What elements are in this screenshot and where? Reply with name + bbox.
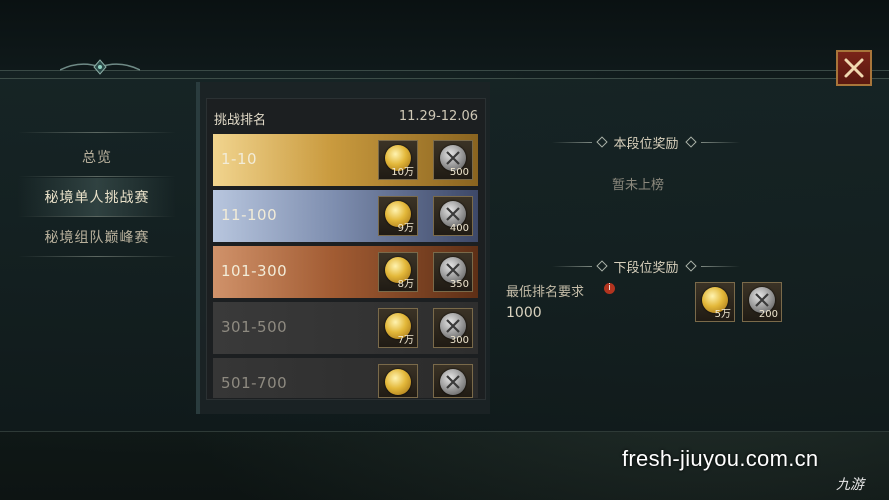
- rank-row: 11-100 9万 400: [213, 190, 478, 242]
- ranking-header: 挑战排名 11.29-12.06: [214, 106, 478, 130]
- reward-count: 350: [449, 279, 469, 290]
- rank-range: 501-700: [221, 374, 288, 392]
- requirement-label: 最低排名要求: [506, 285, 585, 300]
- sidebar-divider: [18, 216, 176, 217]
- gold-coin-reward[interactable]: 8万: [378, 252, 418, 292]
- medal-reward[interactable]: 350: [433, 252, 473, 292]
- rank-range: 1-10: [221, 150, 258, 168]
- sidebar-item-label: 秘境单人挑战赛: [44, 190, 150, 206]
- reward-count: 400: [449, 223, 469, 234]
- sidebar-item-label: 总览: [82, 150, 112, 166]
- reward-count: 9万: [397, 223, 414, 234]
- reward-count: 10万: [391, 167, 414, 178]
- next-gold-coin-reward[interactable]: 5万: [695, 282, 735, 322]
- sidebar-item-overview[interactable]: 总览: [18, 138, 176, 176]
- watermark-url: fresh-jiuyou.com.cn: [622, 446, 819, 471]
- sidebar-divider: [18, 256, 176, 257]
- gold-coin-reward[interactable]: 10万: [378, 140, 418, 180]
- sidebar-item-label: 秘境组队巅峰赛: [44, 230, 150, 246]
- next-medal-reward[interactable]: 200: [742, 282, 782, 322]
- rank-range: 101-300: [221, 262, 288, 280]
- ranking-date-range: 11.29-12.06: [398, 109, 478, 124]
- medal-reward[interactable]: 500: [433, 140, 473, 180]
- gold-coin-reward[interactable]: [378, 364, 418, 398]
- rank-row: 1-10 10万 500: [213, 134, 478, 186]
- requirement-value: 1000: [506, 305, 542, 321]
- reward-count: 300: [449, 335, 469, 346]
- info-icon[interactable]: i: [604, 283, 615, 294]
- medal-reward[interactable]: [433, 364, 473, 398]
- diamond-icon: [684, 136, 697, 148]
- diamond-icon: [595, 260, 608, 272]
- rank-range: 11-100: [221, 206, 278, 224]
- crossed-swords-medal-icon: [440, 369, 466, 395]
- gold-coin-icon: [385, 369, 411, 395]
- rank-row: 301-500 7万 300: [213, 302, 478, 354]
- current-tier-title: 本段位奖励: [552, 132, 741, 152]
- ranking-title: 挑战排名: [214, 113, 267, 128]
- rank-row: 101-300 8万 350: [213, 246, 478, 298]
- diamond-icon: [595, 136, 608, 148]
- close-button[interactable]: [836, 50, 872, 86]
- reward-count: 200: [758, 309, 778, 320]
- sidebar-divider: [18, 176, 176, 177]
- close-icon: [844, 58, 864, 78]
- reward-count: 5万: [714, 309, 731, 320]
- sidebar-divider: [18, 132, 176, 133]
- gold-coin-reward[interactable]: 7万: [378, 308, 418, 348]
- reward-count: 7万: [397, 335, 414, 346]
- reward-count: 500: [449, 167, 469, 178]
- next-tier-title: 下段位奖励: [552, 256, 741, 276]
- sidebar-item-solo-challenge[interactable]: 秘境单人挑战赛: [18, 178, 176, 216]
- medal-reward[interactable]: 300: [433, 308, 473, 348]
- reward-count: 8万: [397, 279, 414, 290]
- ornament-icon: [60, 59, 140, 75]
- diamond-icon: [684, 260, 697, 272]
- medal-reward[interactable]: 400: [433, 196, 473, 236]
- rank-row: 501-700: [213, 358, 478, 398]
- gold-coin-reward[interactable]: 9万: [378, 196, 418, 236]
- ranking-status: 暂未上榜: [612, 178, 665, 193]
- sidebar-item-team-peak[interactable]: 秘境组队巅峰赛: [18, 218, 176, 256]
- rank-range: 301-500: [221, 318, 288, 336]
- watermark-logo: 九游: [836, 477, 864, 493]
